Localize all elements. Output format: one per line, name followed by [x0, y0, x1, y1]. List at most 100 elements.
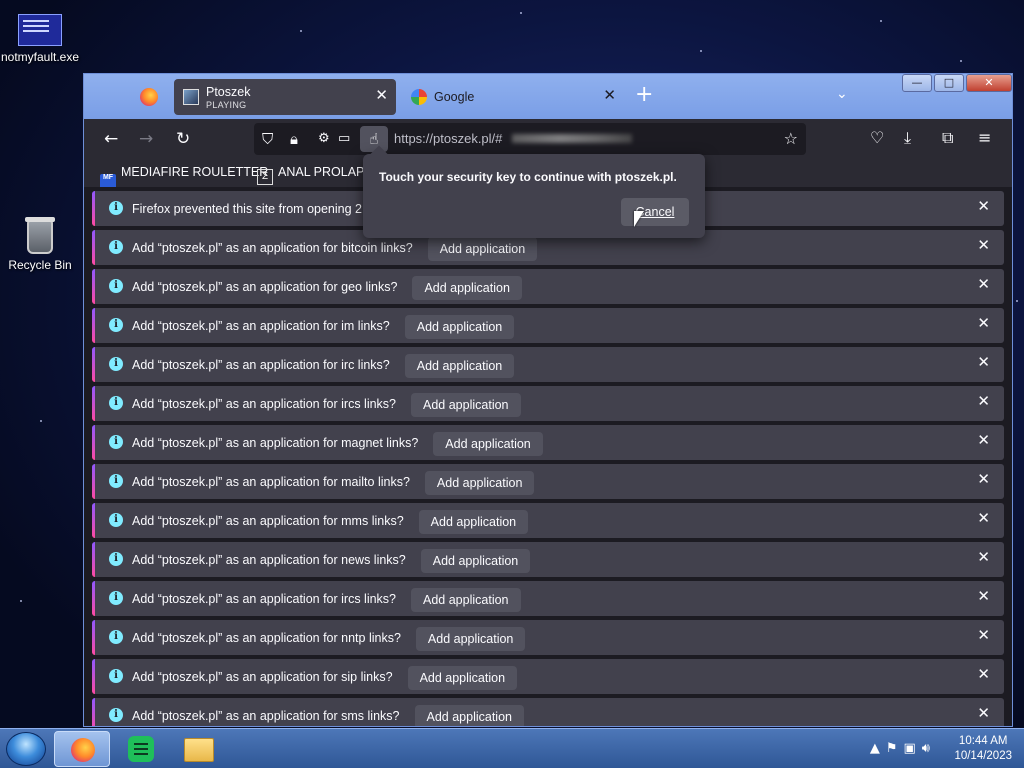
- menu-hamburger-icon[interactable]: ≡: [978, 129, 991, 147]
- notification-bar: i Add “ptoszek.pl” as an application for …: [92, 386, 1004, 421]
- notification-close-icon[interactable]: ✕: [977, 394, 990, 410]
- taskbar-explorer[interactable]: [170, 731, 226, 767]
- network-icon[interactable]: ▣: [904, 741, 922, 756]
- notification-message: Add “ptoszek.pl” as an application for m…: [132, 436, 419, 450]
- downloads-icon[interactable]: ⤓: [904, 129, 911, 147]
- notification-message-row: Firefox prevented this site from opening…: [132, 202, 372, 216]
- notification-close-icon[interactable]: ✕: [977, 277, 990, 293]
- notification-close-icon[interactable]: ✕: [977, 511, 990, 527]
- notification-bar: i Add “ptoszek.pl” as an application for …: [92, 464, 1004, 499]
- notification-bar: i Add “ptoszek.pl” as an application for …: [92, 542, 1004, 577]
- star: [960, 60, 962, 62]
- notification-close-icon[interactable]: ✕: [977, 628, 990, 644]
- add-application-button[interactable]: Add application: [404, 315, 515, 339]
- tracking-shield-icon[interactable]: ⛉: [262, 130, 273, 148]
- back-arrow-icon[interactable]: ←: [104, 129, 118, 149]
- info-icon: i: [109, 279, 123, 293]
- notification-message-row: Add “ptoszek.pl” as an application for g…: [132, 276, 522, 300]
- security-key-popup: Touch your security key to continue with…: [363, 154, 705, 238]
- fingerprint-icon[interactable]: ☝: [360, 126, 388, 152]
- notification-bar: i Add “ptoszek.pl” as an application for …: [92, 581, 1004, 616]
- notification-close-icon[interactable]: ✕: [977, 706, 990, 722]
- cancel-button[interactable]: Cancel: [621, 198, 689, 226]
- tab-google[interactable]: Google ✕: [402, 79, 624, 115]
- info-icon: i: [109, 240, 123, 254]
- minimize-icon[interactable]: —: [902, 74, 932, 92]
- list-all-tabs-chevron-down-icon[interactable]: ⌄: [836, 86, 848, 102]
- notes-app-icon: [128, 736, 154, 762]
- add-application-button[interactable]: Add application: [433, 432, 543, 456]
- pocket-icon[interactable]: ♡: [870, 129, 884, 147]
- volume-icon[interactable]: 🔊︎: [922, 741, 936, 756]
- info-icon: i: [109, 435, 123, 449]
- autoplay-icon[interactable]: ▭: [338, 130, 350, 148]
- bookmark-star-icon[interactable]: ☆: [784, 129, 798, 148]
- notification-message-row: Add “ptoszek.pl” as an application for m…: [132, 432, 543, 456]
- tab-close-icon[interactable]: ✕: [375, 88, 388, 104]
- title-bar: Ptoszek PLAYING ✕ Google ✕ + ⌄ — □ ✕: [84, 74, 1012, 119]
- address-bar[interactable]: ⛉ 🔒︎ ⚙ ▭ ☝ https://ptoszek.pl/# ☆: [254, 123, 806, 155]
- notification-close-icon[interactable]: ✕: [977, 472, 990, 488]
- notification-message-row: Add “ptoszek.pl” as an application for n…: [132, 627, 526, 651]
- action-center-flag-icon[interactable]: ⚑: [886, 741, 904, 756]
- sigma-icon: Σ: [257, 169, 273, 185]
- notification-close-icon[interactable]: ✕: [977, 199, 990, 215]
- permissions-icon[interactable]: ⚙: [318, 130, 330, 148]
- info-icon: i: [109, 318, 123, 332]
- show-hidden-icons-icon[interactable]: ▲: [870, 741, 886, 756]
- info-icon: i: [109, 513, 123, 527]
- info-icon: i: [109, 591, 123, 605]
- start-button[interactable]: [6, 732, 46, 766]
- bookmark-label: MEDIAFIRE ROULETTER: [121, 165, 269, 179]
- ptoszek-favicon-icon: [183, 89, 199, 105]
- notification-bar: i Add “ptoszek.pl” as an application for …: [92, 698, 1004, 726]
- notification-message-row: Add “ptoszek.pl” as an application for i…: [132, 588, 521, 612]
- taskbar-notes[interactable]: [112, 731, 168, 767]
- notification-close-icon[interactable]: ✕: [977, 316, 990, 332]
- notification-close-icon[interactable]: ✕: [977, 550, 990, 566]
- info-icon: i: [109, 630, 123, 644]
- notification-message-row: Add “ptoszek.pl” as an application for m…: [132, 510, 529, 534]
- mouse-cursor-icon: [634, 211, 644, 227]
- reload-icon[interactable]: ↻: [176, 129, 190, 149]
- add-application-button[interactable]: Add application: [420, 549, 531, 573]
- firefox-icon: [71, 738, 95, 762]
- add-application-button[interactable]: Add application: [415, 627, 526, 651]
- notification-message-row: Add “ptoszek.pl” as an application for m…: [132, 471, 535, 495]
- add-application-button[interactable]: Add application: [412, 276, 522, 300]
- forward-arrow-icon[interactable]: →: [139, 129, 153, 149]
- notification-close-icon[interactable]: ✕: [977, 355, 990, 371]
- notification-close-icon[interactable]: ✕: [977, 589, 990, 605]
- add-application-button[interactable]: Add application: [411, 393, 521, 417]
- window-close-icon[interactable]: ✕: [966, 74, 1012, 92]
- notification-bar: i Add “ptoszek.pl” as an application for …: [92, 308, 1004, 343]
- bookmark-second[interactable]: Σ ANAL PROLAPS: [257, 165, 373, 185]
- tab-close-icon[interactable]: ✕: [603, 88, 616, 104]
- add-application-button[interactable]: Add application: [418, 510, 529, 534]
- notification-message: Add “ptoszek.pl” as an application for s…: [132, 670, 393, 684]
- clock[interactable]: 10:44 AM 10/14/2023: [954, 734, 1012, 764]
- desktop-icon-notmyfault[interactable]: notmyfault.exe: [0, 14, 80, 64]
- add-application-button[interactable]: Add application: [404, 354, 515, 378]
- notification-close-icon[interactable]: ✕: [977, 667, 990, 683]
- add-application-button[interactable]: Add application: [411, 588, 521, 612]
- new-tab-plus-icon[interactable]: +: [635, 84, 653, 106]
- notification-message: Add “ptoszek.pl” as an application for m…: [132, 475, 410, 489]
- tab-playing-label: PLAYING: [206, 100, 247, 110]
- add-application-button[interactable]: Add application: [424, 471, 535, 495]
- notification-close-icon[interactable]: ✕: [977, 238, 990, 254]
- add-application-button[interactable]: Add application: [427, 237, 538, 261]
- tab-ptoszek[interactable]: Ptoszek PLAYING ✕: [174, 79, 396, 115]
- add-application-button[interactable]: Add application: [407, 666, 518, 690]
- desktop-icon-recycle-bin[interactable]: Recycle Bin: [0, 217, 80, 272]
- taskbar-firefox[interactable]: [54, 731, 110, 767]
- notification-close-icon[interactable]: ✕: [977, 433, 990, 449]
- maximize-icon[interactable]: □: [934, 74, 964, 92]
- add-application-button[interactable]: Add application: [414, 705, 524, 726]
- lock-icon[interactable]: 🔒︎: [290, 130, 298, 148]
- firefox-logo-icon[interactable]: [140, 88, 158, 106]
- navigation-toolbar: ← → ↻ ⛉ 🔒︎ ⚙ ▭ ☝ https://ptoszek.pl/# ☆ …: [84, 119, 1012, 159]
- notification-message-row: Add “ptoszek.pl” as an application for b…: [132, 237, 538, 261]
- notification-message: Add “ptoszek.pl” as an application for i…: [132, 358, 390, 372]
- extensions-icon[interactable]: ⧉: [942, 129, 953, 147]
